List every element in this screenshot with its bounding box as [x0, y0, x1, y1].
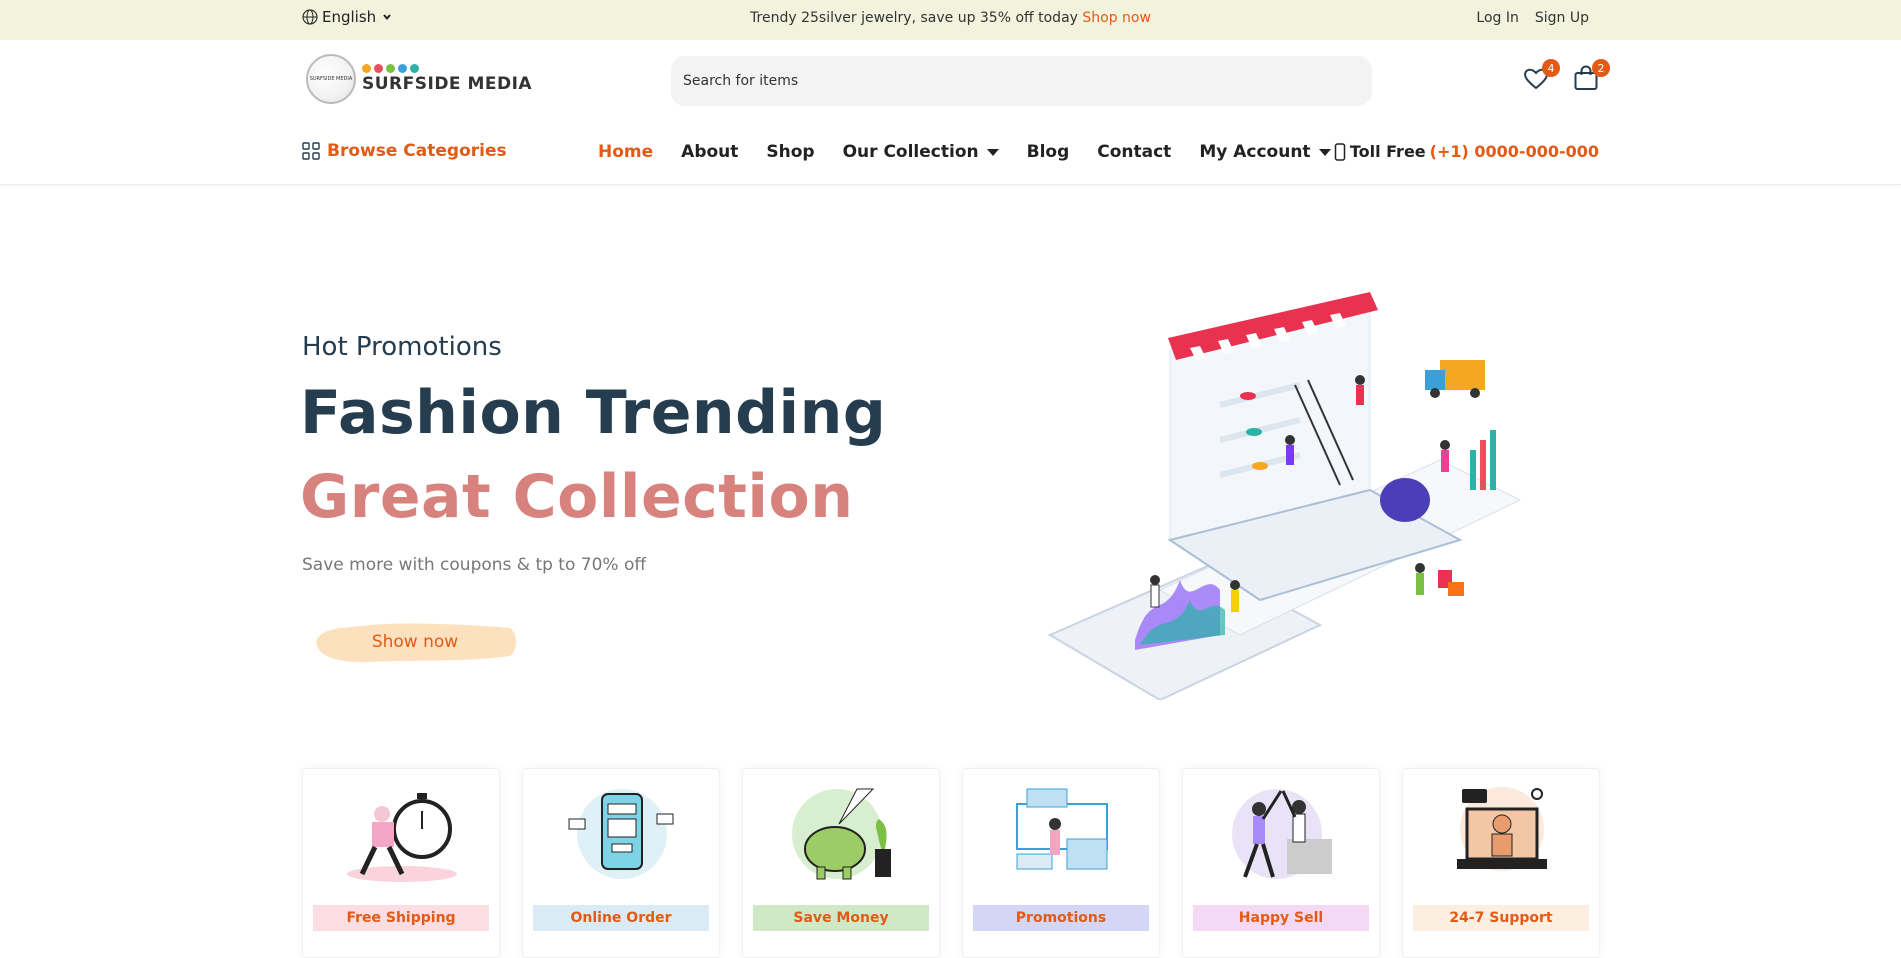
feature-card-support[interactable]: 24-7 Support — [1402, 768, 1600, 958]
nav-item-shop[interactable]: Shop — [766, 142, 814, 162]
search-input[interactable] — [671, 56, 1372, 106]
feature-label: Happy Sell — [1193, 905, 1369, 931]
grid-icon — [302, 142, 320, 160]
feature-label: Free Shipping — [313, 905, 489, 931]
online-store-illustration — [1047, 292, 1522, 700]
nav-item-label: Our Collection — [842, 142, 979, 162]
nav-item-blog[interactable]: Blog — [1027, 142, 1070, 162]
brand-logo[interactable]: SURFSIDE MEDIA SURFSIDE MEDIA — [306, 54, 532, 104]
delivery-stopwatch-icon — [347, 793, 457, 882]
show-now-button[interactable]: Show now — [310, 620, 520, 664]
phone-payment-icon — [568, 789, 674, 879]
hero-description: Save more with coupons & tp to 70% off — [302, 555, 647, 575]
nav-item-label: My Account — [1199, 142, 1311, 162]
nav-item-contact[interactable]: Contact — [1097, 142, 1171, 162]
signup-link[interactable]: Sign Up — [1535, 10, 1589, 26]
wishlist-button[interactable]: 4 — [1522, 59, 1560, 92]
nav-item-label: About — [681, 142, 739, 162]
feature-label: Promotions — [973, 905, 1149, 931]
brand-name: SURFSIDE MEDIA — [362, 74, 533, 94]
mobile-phone-icon — [1334, 142, 1346, 161]
browse-categories-label: Browse Categories — [327, 141, 507, 161]
support-laptop-icon — [1457, 787, 1547, 871]
promotion-shop-icon — [1016, 788, 1108, 870]
logo-dots — [362, 64, 532, 73]
features-row: Free Shipping Online Order Save Money Pr… — [302, 768, 1600, 958]
cart-button[interactable]: 2 — [1572, 59, 1610, 92]
caret-down-icon — [986, 148, 999, 156]
wishlist-count-badge: 4 — [1542, 59, 1560, 77]
nav-item-my-account[interactable]: My Account — [1199, 142, 1331, 162]
feature-card-online-order[interactable]: Online Order — [522, 768, 720, 958]
feature-card-happy-sell[interactable]: Happy Sell — [1182, 768, 1380, 958]
hero-title-line1: Fashion Trending — [300, 378, 887, 448]
browse-categories-button[interactable]: Browse Categories — [302, 141, 507, 161]
nav-item-about[interactable]: About — [681, 142, 738, 162]
toll-free-label: Toll Free — [1349, 142, 1426, 161]
feature-label: Online Order — [533, 905, 709, 931]
feature-label: 24-7 Support — [1413, 905, 1589, 931]
caret-down-icon — [1318, 148, 1331, 156]
feature-card-promotions[interactable]: Promotions — [962, 768, 1160, 958]
nav-item-label: Blog — [1026, 142, 1070, 162]
nav-item-label: Contact — [1097, 142, 1172, 162]
nav-item-home[interactable]: Home — [598, 142, 653, 162]
nav-item-label: Shop — [766, 142, 815, 162]
feature-card-save-money[interactable]: Save Money — [742, 768, 940, 958]
promo-text: Trendy 25silver jewelry, save up 35% off… — [750, 10, 1078, 26]
high-five-icon — [1232, 789, 1332, 879]
login-link[interactable]: Log In — [1476, 10, 1518, 26]
promo-shop-link[interactable]: Shop now — [1082, 10, 1151, 26]
feature-card-free-shipping[interactable]: Free Shipping — [302, 768, 500, 958]
logo-emblem: SURFSIDE MEDIA — [306, 54, 356, 104]
piggy-bank-icon — [792, 788, 891, 880]
nav-item-label: Home — [598, 142, 654, 162]
show-now-label: Show now — [371, 632, 459, 652]
logo-mini-text: SURFSIDE MEDIA — [309, 76, 353, 82]
hero-title-line2: Great Collection — [300, 462, 854, 532]
toll-free-contact: Toll Free (+1) 0000-000-000 — [1334, 142, 1599, 161]
hero-subtitle: Hot Promotions — [302, 332, 502, 362]
main-navigation: Browse Categories Home About Shop Our Co… — [0, 133, 1901, 185]
feature-label: Save Money — [753, 905, 929, 931]
nav-item-our-collection[interactable]: Our Collection — [843, 142, 999, 162]
toll-free-number[interactable]: (+1) 0000-000-000 — [1430, 142, 1599, 161]
logo-wordmark: SURFSIDE MEDIA — [362, 64, 532, 94]
nav-menu: Home About Shop Our Collection Blog Cont… — [598, 142, 1331, 162]
promo-banner: Trendy 25silver jewelry, save up 35% off… — [0, 10, 1901, 26]
auth-links: Log In Sign Up — [1476, 10, 1589, 26]
top-bar: English Trendy 25silver jewelry, save up… — [0, 0, 1901, 40]
cart-count-badge: 2 — [1592, 59, 1610, 77]
